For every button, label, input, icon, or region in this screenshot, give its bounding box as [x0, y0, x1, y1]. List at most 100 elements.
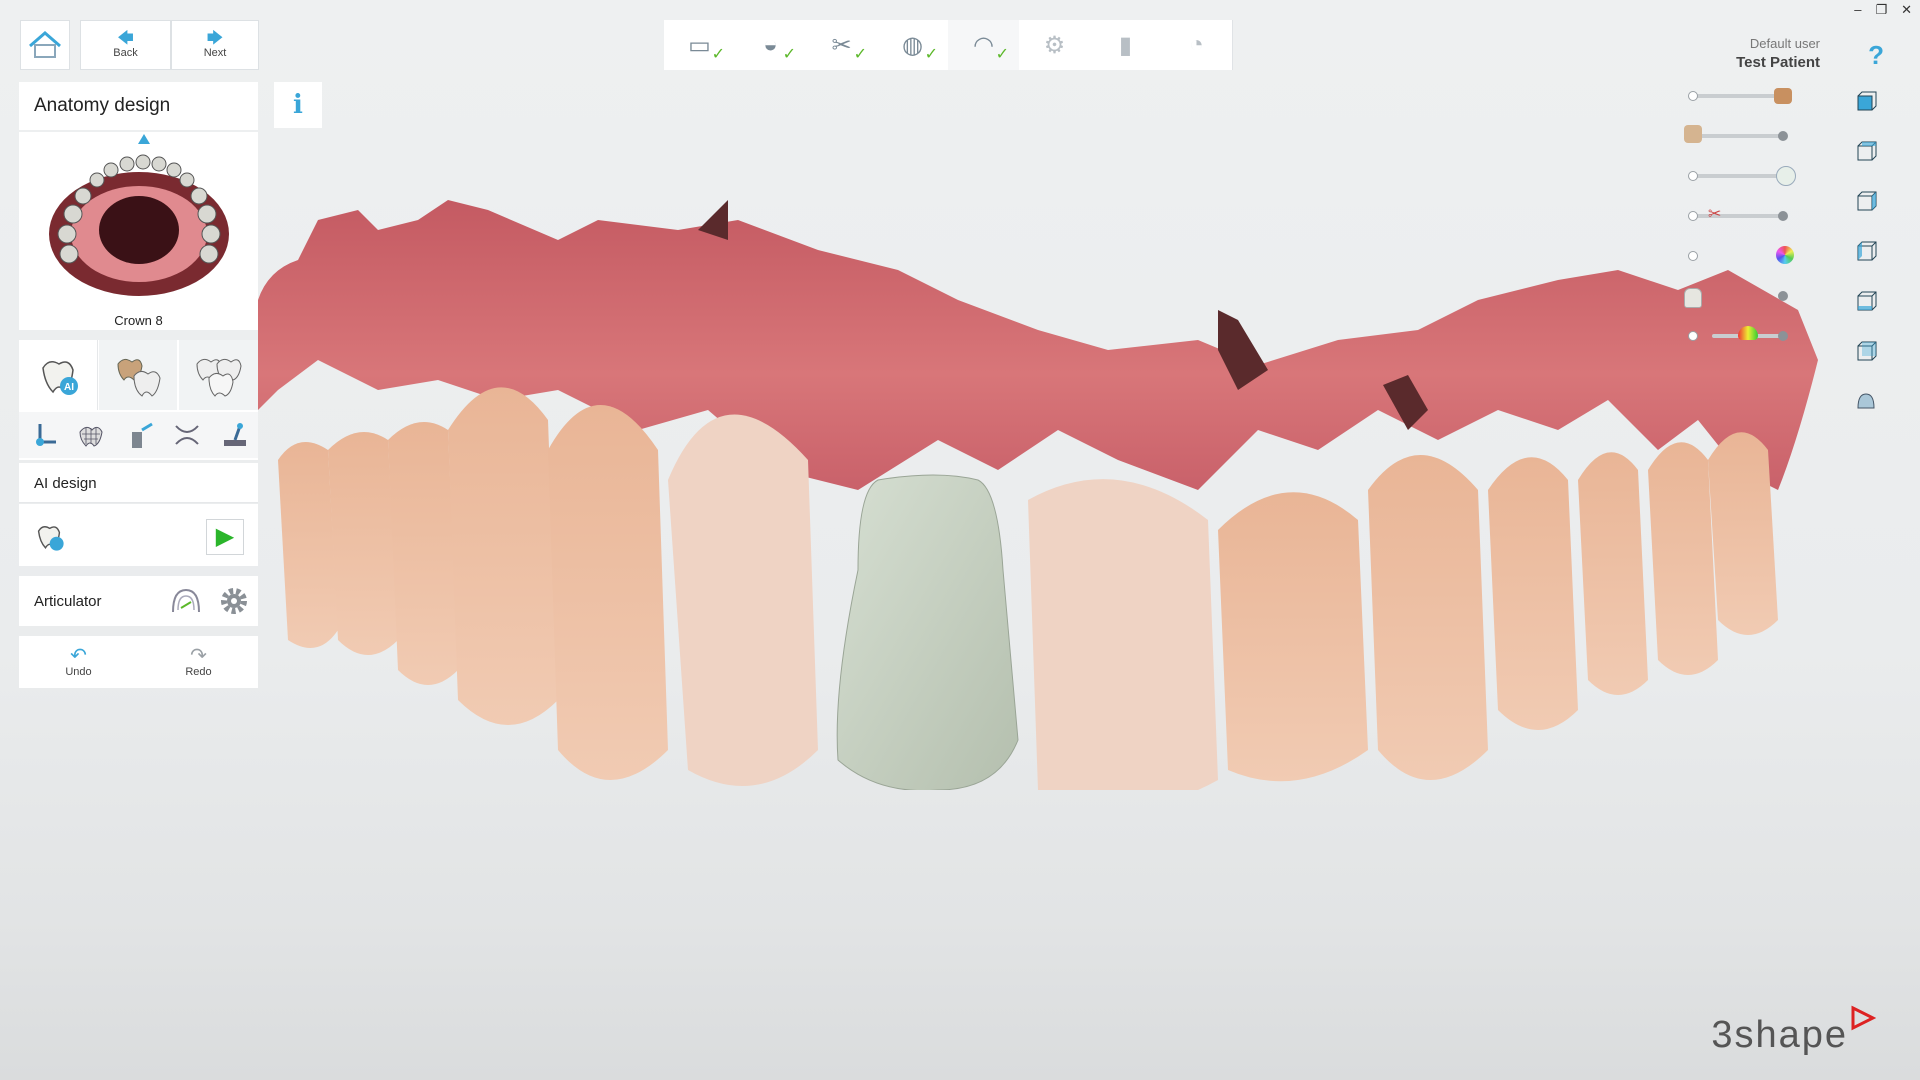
slider-crown[interactable]	[1694, 174, 1786, 178]
workflow-step-margin[interactable]: ◍ ✓	[877, 20, 949, 70]
tool-panel: AI	[19, 340, 258, 460]
slider-antagonist-knob[interactable]	[1778, 131, 1788, 141]
tooth-toggle-knob[interactable]	[1778, 291, 1788, 301]
page-title: Anatomy design	[34, 95, 171, 116]
undo-button[interactable]: ↶ Undo	[19, 636, 138, 688]
minimize-button[interactable]: –	[1854, 2, 1861, 18]
sculpt-grid-icon	[79, 426, 103, 447]
brand-logo: 3shape	[1711, 1005, 1876, 1057]
slider-gum[interactable]	[1694, 94, 1786, 98]
next-button[interactable]: 🡆 Next	[171, 20, 259, 70]
slider-prep-end-knob[interactable]	[1778, 211, 1788, 221]
articulate-step-icon: ⚙	[1043, 31, 1066, 59]
transform-tool[interactable]	[19, 412, 67, 458]
user-role: Default user	[1749, 36, 1820, 51]
gear-icon[interactable]	[217, 584, 251, 618]
dental-model-viewport[interactable]	[258, 190, 1838, 790]
svg-text:AI: AI	[64, 382, 74, 393]
multi-tooth-tool[interactable]	[179, 340, 258, 410]
workflow-step-implant[interactable]: ▮	[1090, 20, 1162, 70]
workflow-step-prep[interactable]: ✂ ✓	[806, 20, 878, 70]
home-button[interactable]	[20, 20, 70, 70]
arrow-left-icon: 🡄	[117, 30, 134, 47]
workflow-step-order[interactable]: ▭ ✓	[664, 20, 736, 70]
heatmap-toggle-knob[interactable]	[1688, 331, 1698, 341]
view-cube-icon[interactable]	[1855, 340, 1877, 362]
view-cube-icon[interactable]	[1855, 140, 1877, 162]
jaw-view-icon[interactable]	[1855, 390, 1877, 412]
redo-button[interactable]: ↷ Redo	[139, 636, 258, 688]
workflow-step-articulate[interactable]: ⚙	[1019, 20, 1091, 70]
tooth-lateral-incisor	[1218, 492, 1368, 782]
articulator-icon[interactable]	[169, 586, 203, 616]
scissors-icon: ✂	[1708, 206, 1722, 223]
tooth-premolar	[1578, 452, 1648, 695]
prep-step-icon: ✂	[831, 31, 852, 59]
view-cube-icon[interactable]	[1855, 190, 1877, 212]
tooth-molar	[328, 432, 398, 655]
slider-gum-knob[interactable]	[1688, 91, 1698, 101]
redo-icon: ↷	[190, 645, 207, 667]
crown-visibility-icon	[1776, 166, 1796, 186]
heatmap-icon	[1738, 326, 1758, 340]
crown-label: Crown 8	[114, 313, 163, 328]
transform-arrows-icon	[36, 424, 56, 446]
wax-knife-tool[interactable]	[115, 412, 163, 458]
tooth-molar	[278, 442, 338, 648]
patient-name: Test Patient	[1736, 54, 1820, 71]
sculpt-tool[interactable]	[67, 412, 115, 458]
multi-tooth-icon	[195, 358, 242, 397]
view-cube-icon[interactable]	[1855, 90, 1877, 112]
ai-design-controls: ▶	[19, 504, 258, 566]
joystick-tool[interactable]	[211, 412, 258, 458]
articulator-label: Articulator	[34, 593, 102, 610]
brand-triangle-icon	[1851, 1005, 1876, 1031]
view-cube-icon[interactable]	[1855, 290, 1877, 312]
brand-name: 3shape	[1711, 1014, 1848, 1056]
workflow-step-crown[interactable]: ◠ ✓	[948, 20, 1020, 70]
help-icon[interactable]: ?	[1868, 40, 1884, 71]
order-step-icon: ▭	[688, 31, 711, 59]
joystick-icon	[223, 423, 246, 446]
margin-step-icon: ◍	[902, 31, 923, 59]
tooth-molar	[1648, 442, 1718, 675]
slider-crown-knob[interactable]	[1688, 171, 1698, 181]
color-wheel-icon[interactable]	[1776, 246, 1794, 264]
connector-tool[interactable]	[163, 412, 211, 458]
ai-small-icon[interactable]	[33, 520, 65, 552]
export-step-icon: ◔	[1189, 31, 1204, 58]
checkmark-icon: ✓	[995, 46, 1009, 63]
restore-button[interactable]: ❐	[1875, 2, 1887, 18]
tooth-toggle-icon[interactable]	[1684, 288, 1702, 308]
jaw-thumbnail-icon[interactable]	[47, 134, 232, 299]
tooth-library-tool[interactable]	[99, 340, 177, 410]
user-info: Default user Test Patient	[1736, 36, 1820, 71]
panel-header: Anatomy design	[19, 82, 258, 130]
slider-antagonist[interactable]	[1694, 134, 1786, 138]
redo-label: Redo	[185, 666, 212, 678]
history-section: ↶ Undo ↷ Redo	[19, 636, 258, 688]
run-ai-button[interactable]: ▶	[206, 519, 244, 555]
articulator-section: Articulator	[19, 576, 258, 626]
tooth-molar	[1708, 432, 1778, 635]
color-toggle-knob[interactable]	[1688, 251, 1698, 261]
tooth-premolar	[388, 422, 458, 685]
tooth-central-incisor	[668, 414, 818, 786]
info-button[interactable]: i	[274, 82, 322, 128]
wax-knife-icon	[132, 422, 153, 448]
close-button[interactable]: ✕	[1901, 2, 1912, 18]
tooth-lateral-incisor	[548, 405, 668, 780]
ai-design-tool[interactable]: AI	[19, 340, 98, 410]
undo-label: Undo	[65, 666, 92, 678]
implant-step-icon: ▮	[1118, 31, 1133, 59]
tooth-central-incisor	[1028, 479, 1218, 790]
workflow-step-scan[interactable]: ◒ ✓	[735, 20, 807, 70]
tooth-library-icon	[117, 358, 161, 397]
slider-prep-knob[interactable]	[1688, 211, 1698, 221]
workflow-step-export[interactable]: ◔	[1161, 20, 1233, 70]
slider-heatmap-knob[interactable]	[1778, 331, 1788, 341]
back-button[interactable]: 🡄 Back	[80, 20, 171, 70]
crown-design[interactable]	[836, 474, 1019, 790]
checkmark-icon: ✓	[924, 46, 938, 63]
view-cube-icon[interactable]	[1855, 240, 1877, 262]
